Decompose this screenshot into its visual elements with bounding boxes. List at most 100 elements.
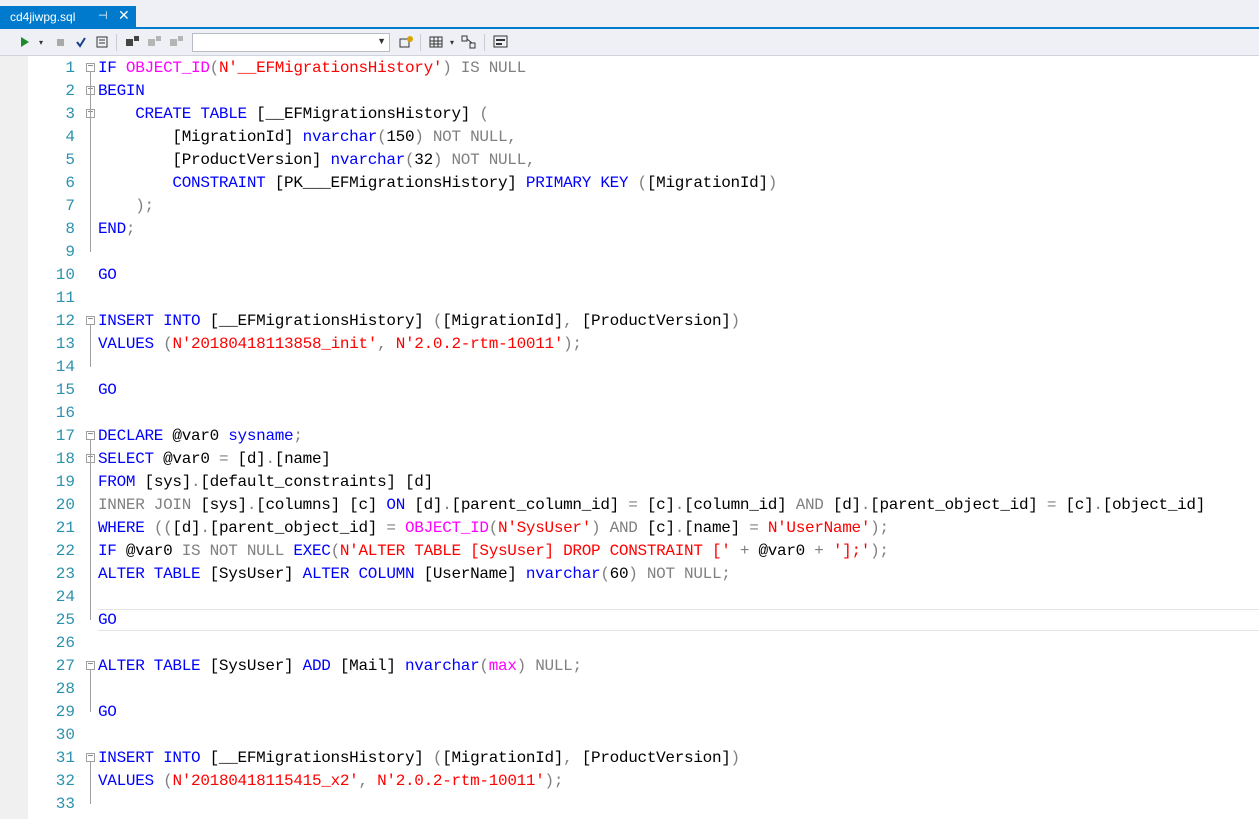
results-dropdown-icon[interactable]: ▾	[447, 33, 457, 51]
code-text: VALUES (N'20180418113858_init', N'2.0.2-…	[98, 335, 582, 353]
line-number: 11	[55, 289, 75, 307]
code-line[interactable]: 33	[0, 793, 1259, 816]
code-line[interactable]: 29 GO	[0, 701, 1259, 724]
code-text: GO	[98, 611, 117, 629]
current-line-highlight	[98, 609, 1259, 631]
collapse-icon[interactable]: −	[86, 316, 95, 326]
line-number: 1	[65, 59, 75, 77]
database-select[interactable]: ▼	[192, 33, 390, 52]
designer-icon	[461, 35, 476, 49]
code-line[interactable]: 14	[0, 356, 1259, 379]
code-text: WHERE (([d].[parent_object_id] = OBJECT_…	[98, 519, 889, 537]
code-line[interactable]: 28	[0, 678, 1259, 701]
parse-button[interactable]	[74, 33, 88, 51]
code-line[interactable]: 32 VALUES (N'20180418115415_x2', N'2.0.2-…	[0, 770, 1259, 793]
execute-dropdown-icon[interactable]: ▾	[36, 33, 46, 51]
tab-document[interactable]: cd4jiwpg.sql ⊣ ✕	[0, 6, 136, 28]
collapse-icon[interactable]: −	[86, 753, 95, 763]
code-line[interactable]: 16	[0, 402, 1259, 425]
line-number: 23	[55, 565, 75, 583]
collapse-icon[interactable]: −	[86, 431, 95, 441]
estimated-plan-button[interactable]	[94, 33, 110, 51]
code-line[interactable]: 27 − ALTER TABLE [SysUser] ADD [Mail] nvar…	[0, 655, 1259, 678]
outline-guide	[90, 325, 91, 367]
code-line[interactable]: 30	[0, 724, 1259, 747]
line-number: 10	[55, 266, 75, 284]
code-text: IF OBJECT_ID(N'__EFMigrationsHistory') I…	[98, 59, 526, 77]
tab-bar: cd4jiwpg.sql ⊣ ✕	[0, 0, 1259, 29]
connect-button[interactable]	[124, 33, 142, 51]
code-line[interactable]: 22 IF @var0 IS NOT NULL EXEC(N'ALTER TABL…	[0, 540, 1259, 563]
line-number: 4	[65, 128, 75, 146]
code-text: IF @var0 IS NOT NULL EXEC(N'ALTER TABLE …	[98, 542, 889, 560]
code-text: VALUES (N'20180418115415_x2', N'2.0.2-rt…	[98, 772, 564, 790]
code-text: [MigrationId] nvarchar(150) NOT NULL,	[98, 128, 517, 146]
cancel-query-button[interactable]	[53, 33, 67, 51]
code-line[interactable]: 31 − INSERT INTO [__EFMigrationsHistory] (…	[0, 747, 1259, 770]
line-number: 3	[65, 105, 75, 123]
collapse-icon[interactable]: −	[86, 63, 95, 73]
code-line[interactable]: 18−SELECT @var0 = [d].[name]	[0, 448, 1259, 471]
query-options-button[interactable]	[397, 33, 415, 51]
code-line[interactable]: 17 − DECLARE @var0 sysname;	[0, 425, 1259, 448]
line-number: 16	[55, 404, 75, 422]
line-number: 6	[65, 174, 75, 192]
line-number: 15	[55, 381, 75, 399]
code-line[interactable]: 1 − IF OBJECT_ID(N'__EFMigrationsHistory')…	[0, 57, 1259, 80]
line-number: 7	[65, 197, 75, 215]
line-number: 28	[55, 680, 75, 698]
code-line[interactable]: 6 CONSTRAINT [PK___EFMigrationsHistory] …	[0, 172, 1259, 195]
line-number: 13	[55, 335, 75, 353]
sql-editor[interactable]: 1− IF OBJECT_ID(N'__EFMigrationsHistory')…	[0, 56, 1259, 819]
code-line[interactable]: 9	[0, 241, 1259, 264]
line-number: 29	[55, 703, 75, 721]
code-text: CREATE TABLE [__EFMigrationsHistory] (	[135, 105, 489, 123]
code-line[interactable]: 19 FROM [sys].[default_constraints] [d]	[0, 471, 1259, 494]
line-number: 14	[55, 358, 75, 376]
line-number: 21	[55, 519, 75, 537]
code-line[interactable]: 23 ALTER TABLE [SysUser] ALTER COLUMN [Us…	[0, 563, 1259, 586]
code-line[interactable]: 7 );	[0, 195, 1259, 218]
code-line[interactable]: 12 − INSERT INTO [__EFMigrationsHistory] (…	[0, 310, 1259, 333]
line-number: 17	[55, 427, 75, 445]
execute-button[interactable]	[18, 33, 32, 51]
line-number: 8	[65, 220, 75, 238]
collapse-icon[interactable]: −	[86, 661, 95, 671]
plan-icon	[96, 36, 108, 48]
code-line[interactable]: 15 GO	[0, 379, 1259, 402]
code-line[interactable]: 20 INNER JOIN [sys].[columns] [c] ON [d].…	[0, 494, 1259, 517]
code-line[interactable]: 26	[0, 632, 1259, 655]
results-to-button[interactable]	[492, 33, 510, 51]
close-icon[interactable]: ✕	[118, 7, 130, 24]
stop-icon	[56, 38, 64, 46]
code-line[interactable]: 5 [ProductVersion] nvarchar(32) NOT NULL…	[0, 149, 1259, 172]
code-line[interactable]: 24	[0, 586, 1259, 609]
outline-guide	[90, 762, 91, 804]
outline-guide	[90, 72, 91, 252]
code-line[interactable]: 10 GO	[0, 264, 1259, 287]
line-number: 9	[65, 243, 75, 261]
code-line[interactable]: 4 [MigrationId] nvarchar(150) NOT NULL,	[0, 126, 1259, 149]
code-line[interactable]: 2−BEGIN	[0, 80, 1259, 103]
code-text: INNER JOIN [sys].[columns] [c] ON [d].[p…	[98, 496, 1206, 514]
code-line[interactable]: 25 GO	[0, 609, 1259, 632]
checkmark-icon	[76, 37, 86, 48]
code-line[interactable]: 3− CREATE TABLE [__EFMigrationsHistory] …	[0, 103, 1259, 126]
disconnect-button[interactable]	[146, 33, 164, 51]
code-line[interactable]: 13 VALUES (N'20180418113858_init', N'2.0.…	[0, 333, 1259, 356]
line-number: 31	[55, 749, 75, 767]
code-line[interactable]: 8 END;	[0, 218, 1259, 241]
code-line[interactable]: 21 WHERE (([d].[parent_object_id] = OBJEC…	[0, 517, 1259, 540]
query-designer-button[interactable]	[460, 33, 478, 51]
change-connection-button[interactable]	[168, 33, 186, 51]
code-line[interactable]: 11	[0, 287, 1259, 310]
line-number: 22	[55, 542, 75, 560]
code-text: ALTER TABLE [SysUser] ADD [Mail] nvarcha…	[98, 657, 582, 675]
code-text: BEGIN	[98, 82, 145, 100]
pin-icon[interactable]: ⊣	[98, 9, 108, 22]
chevron-down-icon: ▼	[377, 36, 386, 46]
code-text: GO	[98, 381, 117, 399]
disconnect-icon	[148, 36, 161, 46]
results-grid-button[interactable]	[428, 33, 444, 51]
outline-guide	[90, 670, 91, 712]
